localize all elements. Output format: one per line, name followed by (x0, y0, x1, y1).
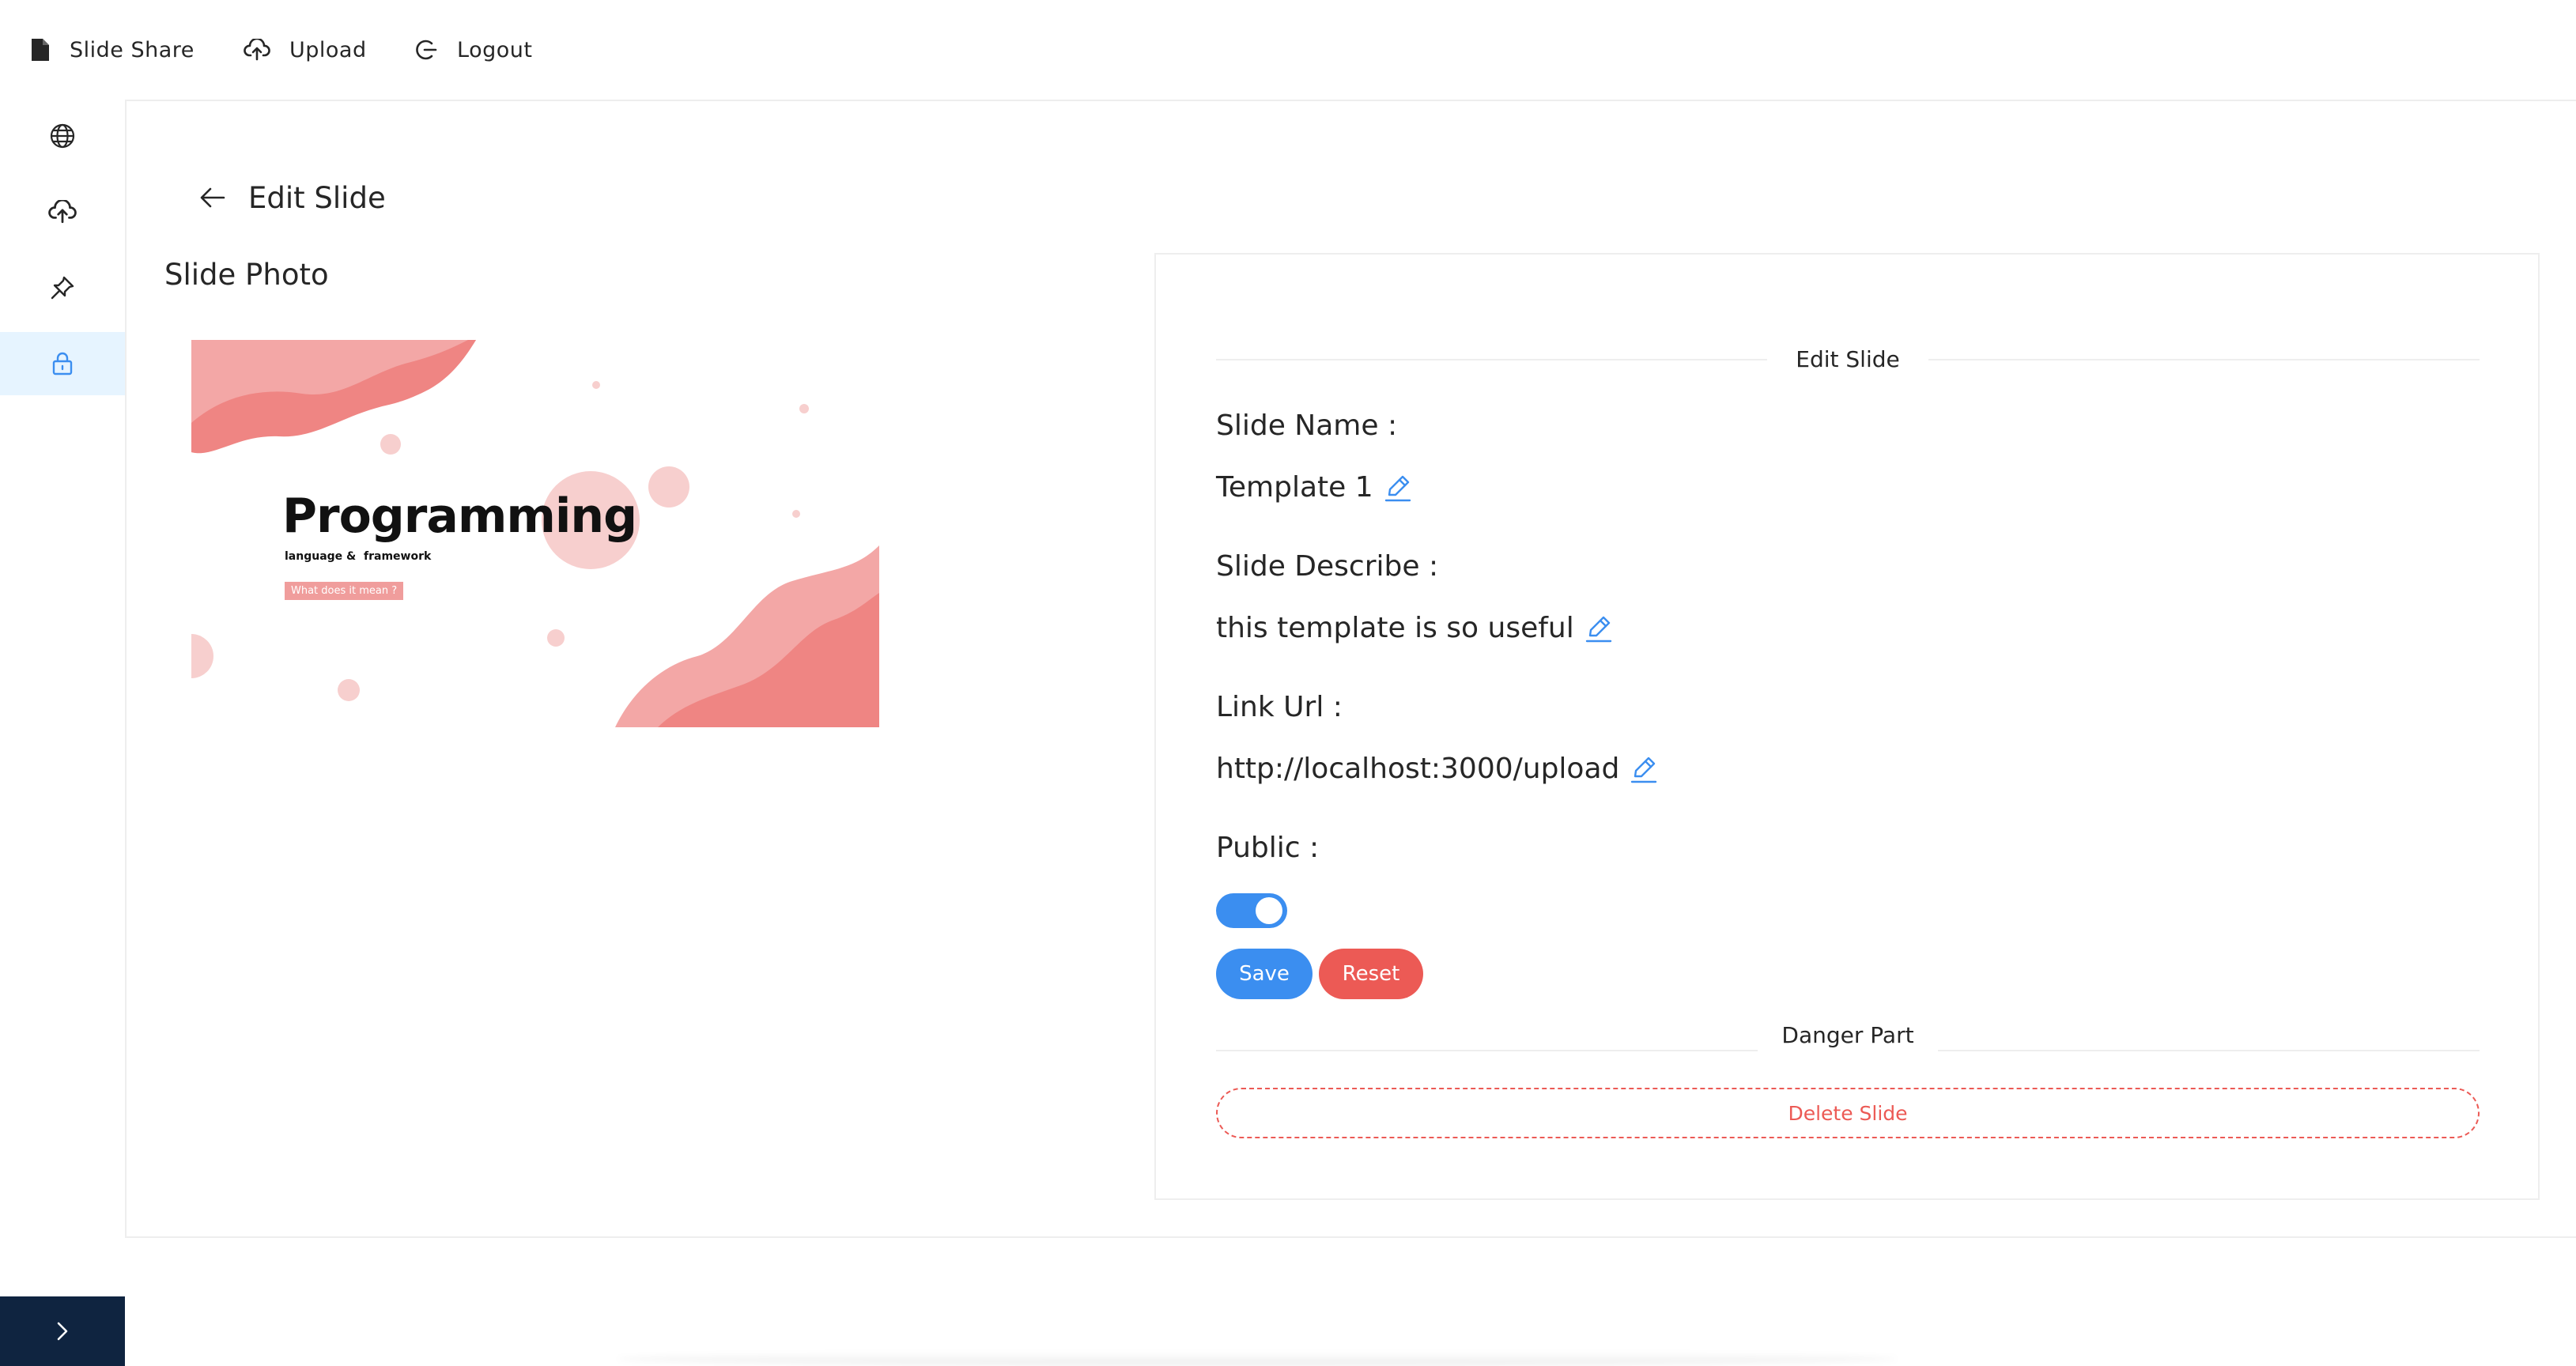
slide-describe-value: this template is so useful (1216, 612, 1574, 644)
page-header: Edit Slide (199, 175, 386, 220)
arrow-left-icon (200, 187, 225, 208)
reset-button[interactable]: Reset (1319, 949, 1423, 999)
thumbnail-subheading: language & framework (285, 550, 432, 563)
cloud-upload-icon (48, 200, 77, 224)
globe-icon (50, 123, 75, 149)
bottom-shadow (617, 1352, 1898, 1366)
thumbnail-heading: Programming (282, 489, 637, 544)
section-divider-danger: Danger Part (1216, 1018, 2480, 1051)
edit-icon (1585, 616, 1611, 642)
section-divider-edit: Edit Slide (1216, 346, 2480, 372)
nav-logout-label: Logout (457, 37, 533, 62)
file-icon (32, 39, 49, 61)
edit-icon (1631, 757, 1657, 783)
sidebar-item-upload[interactable] (0, 180, 125, 243)
divider-line (1928, 358, 2480, 360)
edit-describe-button[interactable] (1584, 613, 1614, 643)
back-button[interactable] (199, 186, 226, 209)
public-toggle[interactable] (1216, 893, 1287, 928)
nav-upload-label: Upload (289, 37, 367, 62)
toggle-knob (1256, 897, 1282, 924)
slide-name-value: Template 1 (1216, 471, 1373, 504)
divider-line (1216, 358, 1768, 360)
slide-name-label: Slide Name : (1216, 409, 1398, 442)
logout-icon (416, 40, 437, 60)
nav-logout[interactable]: Logout (414, 30, 532, 70)
page-title: Edit Slide (248, 180, 386, 215)
sidebar-item-explore[interactable] (0, 104, 125, 168)
slide-describe-label: Slide Describe : (1216, 550, 1439, 583)
chevron-right-icon (57, 1322, 68, 1341)
slide-thumbnail: Programming language & framework What do… (191, 340, 879, 727)
slide-describe-field: this template is so useful (1216, 612, 1614, 644)
link-url-label: Link Url : (1216, 691, 1343, 723)
divider-line (1216, 1050, 1758, 1051)
nav-upload[interactable]: Upload (244, 30, 367, 70)
top-navigation: Slide Share Upload Logout (0, 0, 2576, 100)
public-label: Public : (1216, 832, 1320, 864)
edit-name-button[interactable] (1383, 473, 1413, 503)
pin-icon (51, 276, 74, 300)
section-title: Edit Slide (1796, 346, 1900, 372)
edit-slide-card: Edit Slide Slide Name : Template 1 Slide… (1154, 253, 2540, 1200)
slide-name-field: Template 1 (1216, 471, 1413, 504)
save-button[interactable]: Save (1216, 949, 1313, 999)
thumbnail-tag: What does it mean ? (285, 582, 404, 600)
lock-icon (52, 352, 73, 375)
link-url-field: http://localhost:3000/upload (1216, 753, 1659, 785)
nav-slide-share[interactable]: Slide Share (30, 30, 195, 70)
edit-url-button[interactable] (1629, 754, 1659, 784)
divider-line (1937, 1050, 2480, 1051)
link-url-value: http://localhost:3000/upload (1216, 753, 1620, 785)
sidebar-collapse-toggle[interactable] (0, 1296, 125, 1366)
edit-icon (1384, 475, 1411, 501)
sidebar-item-pinned[interactable] (0, 256, 125, 319)
delete-slide-button[interactable]: Delete Slide (1216, 1088, 2480, 1138)
danger-title: Danger Part (1781, 1021, 1914, 1048)
nav-slide-share-label: Slide Share (70, 37, 195, 62)
cloud-upload-icon (244, 39, 270, 61)
sidebar-item-private[interactable] (0, 332, 125, 395)
slide-photo-label: Slide Photo (164, 258, 329, 292)
